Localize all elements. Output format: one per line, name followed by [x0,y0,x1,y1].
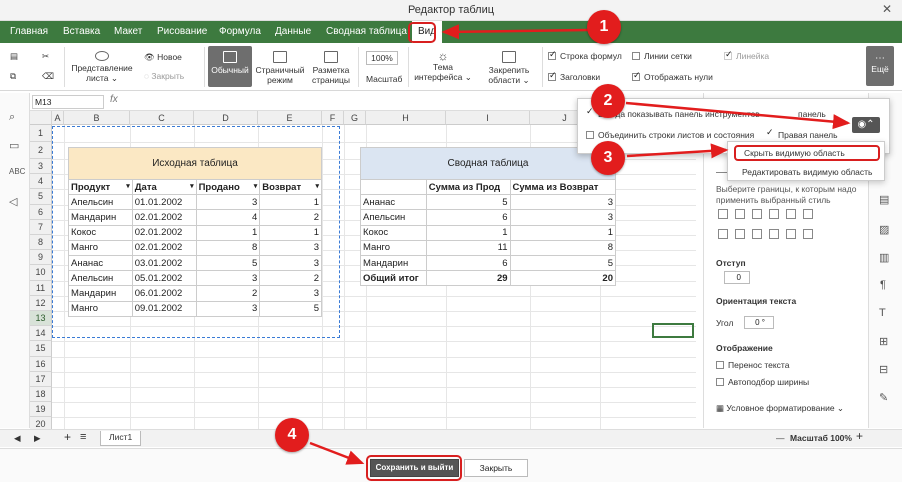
step-badge-4: 4 [275,418,309,452]
step-badge-3: 3 [591,141,625,175]
step-badge-1: 1 [587,10,621,44]
step-badge-2: 2 [591,84,625,118]
annotation-arrows [309,24,851,465]
